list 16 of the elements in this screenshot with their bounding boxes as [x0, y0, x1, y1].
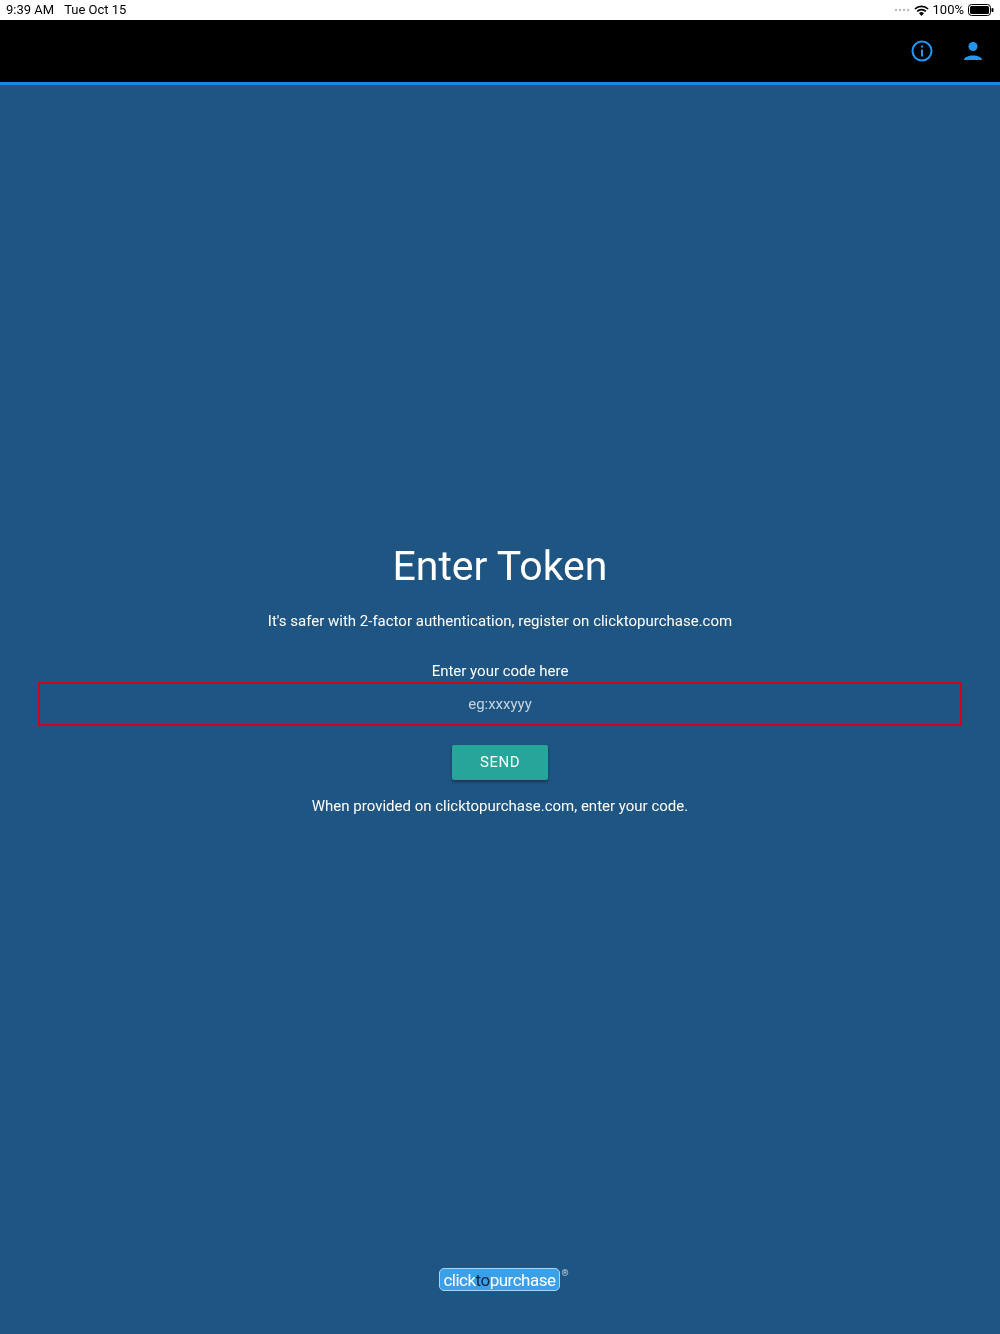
wifi-icon — [913, 4, 929, 16]
status-date: Tue Oct 15 — [64, 1, 127, 20]
page-title: Enter Token — [392, 541, 608, 592]
subtitle-text: It's safer with 2-factor authentication, register on clicktopurchase.com — [267, 612, 733, 630]
code-input-field[interactable]: eg:xxxyyy — [38, 682, 962, 726]
signal-icon — [893, 8, 910, 12]
battery-percent: 100% — [932, 1, 964, 20]
user-icon[interactable] — [963, 41, 983, 61]
hint-text: When provided on clicktopurchase.com, enter your code. — [311, 797, 689, 815]
info-icon[interactable] — [911, 40, 933, 62]
registered-mark: ® — [561, 1268, 569, 1278]
status-time: 9:39 AM — [6, 1, 55, 20]
battery-icon — [968, 4, 994, 16]
brand-logo: clicktopurchase — [439, 1268, 560, 1291]
field-label: Enter your code here — [431, 662, 569, 680]
send-button[interactable]: SEND — [452, 745, 548, 780]
